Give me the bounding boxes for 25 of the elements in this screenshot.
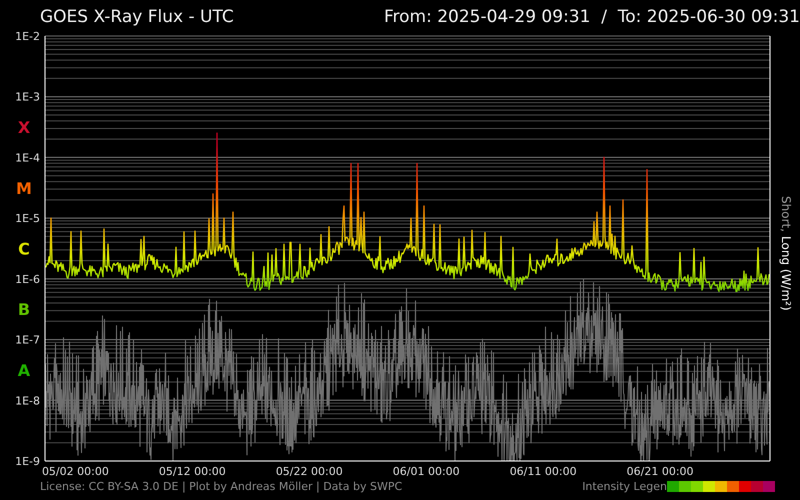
y-tick-label: 1E-8: [15, 394, 40, 408]
chart-title: GOES X-Ray Flux - UTC: [40, 7, 234, 27]
license-text: License: CC BY-SA 3.0 DE | Plot by Andreas Möller | Data by SWPC: [40, 480, 402, 493]
flare-class-label: B: [18, 300, 30, 320]
y-tick-label: 1E-5: [15, 212, 40, 226]
x-tick-label: 05/22 00:00: [276, 465, 343, 476]
y-tick-label: 1E-6: [15, 272, 40, 286]
x-tick-label: 06/01 00:00: [392, 465, 460, 476]
y-tick-label: 1E-7: [15, 334, 40, 347]
flare-class-label: C: [18, 240, 30, 258]
y-tick-label: 1E-4: [15, 151, 40, 164]
y-tick-label: 1E-2: [15, 30, 40, 43]
x-tick-label: 05/02 00:00: [42, 465, 109, 476]
x-tick-label: 06/21 00:00: [626, 465, 694, 476]
axis-title: Long (W/m²): [779, 236, 793, 311]
y-tick-label: 1E-9: [15, 455, 40, 468]
flare-class-label: A: [18, 360, 30, 380]
y-tick-label: 1E-3: [15, 90, 40, 104]
flare-class-label: M: [16, 178, 32, 198]
date-range: From: 2025-04-29 09:31 / To: 2025-06-30 09:31: [384, 7, 800, 27]
flare-class-label: X: [18, 118, 30, 138]
x-tick-label: 05/12 00:00: [158, 465, 226, 476]
axis-title: Short,: [779, 196, 793, 232]
x-tick-label: 06/11 00:00: [510, 465, 577, 476]
legend-label: Intensity Legen: [582, 480, 667, 493]
